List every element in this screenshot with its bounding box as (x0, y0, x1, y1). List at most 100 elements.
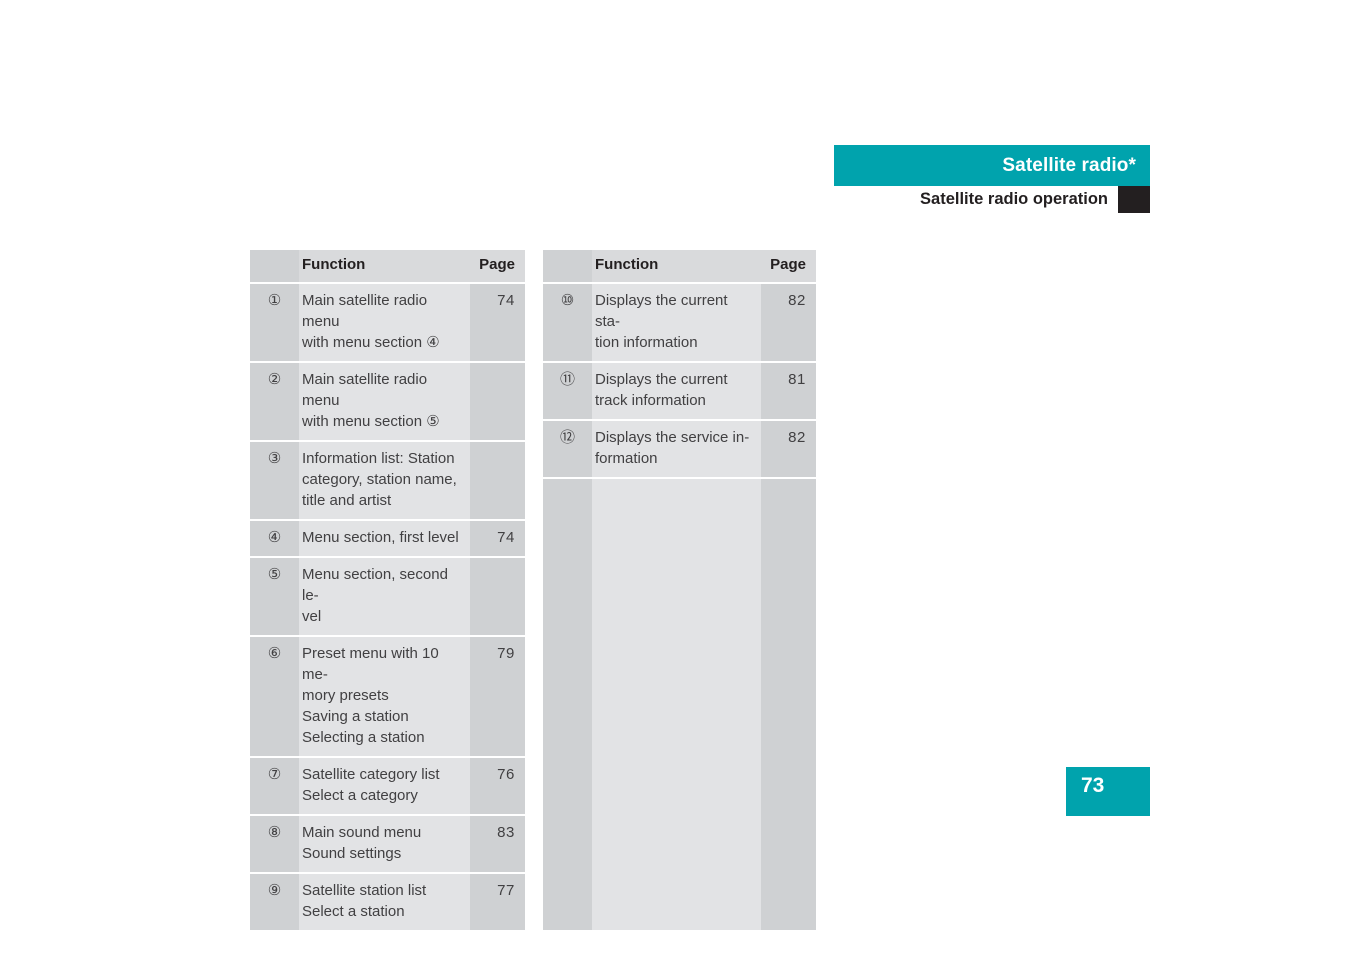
table-header-row: Function Page (250, 250, 525, 282)
function-page-table-right: Function Page ⑩ Displays the current sta- t… (543, 250, 816, 930)
header-page-label: Page (770, 256, 806, 273)
table-row: ⑫ Displays the service in- formation 82 (543, 421, 816, 477)
cell-number: ④ (250, 521, 299, 556)
table-row: ⑨ Satellite station list Select a station… (250, 874, 525, 930)
page-reference: 74 (497, 292, 515, 309)
cell-number: ⑧ (250, 816, 299, 872)
table-row: ⑪ Displays the current track information 8… (543, 363, 816, 419)
item-number-marker: ⑦ (267, 765, 282, 783)
cell-number: ② (250, 363, 299, 440)
item-number-marker: ④ (267, 528, 282, 546)
cell-page (470, 442, 525, 519)
function-description: Displays the service in- formation (595, 429, 750, 467)
function-page-table-left: Function Page ① Main satellite radio menu w… (250, 250, 525, 930)
cell-number: ⑨ (250, 874, 299, 930)
page-reference: 81 (788, 371, 806, 388)
cell-function: Displays the current sta- tion informati… (592, 284, 761, 361)
page-number-badge: 73 (1066, 767, 1150, 816)
cell-function: Displays the current track information (592, 363, 761, 419)
cell-page: 77 (470, 874, 525, 930)
function-description: Main satellite radio menu with menu sect… (302, 292, 440, 351)
page-title: Satellite radio* (1002, 155, 1136, 176)
table-row: ⑩ Displays the current sta- tion informat… (543, 284, 816, 361)
header-cell-function: Function (592, 250, 761, 282)
function-description: Displays the current sta- tion informati… (595, 292, 728, 351)
item-number-marker: ⑤ (267, 565, 282, 583)
cell-page: 74 (470, 284, 525, 361)
function-description: Main satellite radio menu with menu sect… (302, 371, 440, 430)
table-row: ④ Menu section, first level 74 (250, 521, 525, 556)
table-row: ① Main satellite radio menu with menu sec… (250, 284, 525, 361)
cell-function: Satellite category list Select a categor… (299, 758, 470, 814)
header-cell-function: Function (299, 250, 470, 282)
item-number-marker: ⑩ (560, 291, 575, 309)
table-filler-row (543, 479, 816, 930)
cell-function: Main sound menu Sound settings (299, 816, 470, 872)
table-row: ⑤ Menu section, second le- vel (250, 558, 525, 635)
table-row: ③ Information list: Station category, sta… (250, 442, 525, 519)
cell-page: 82 (761, 284, 816, 361)
cell-page (470, 363, 525, 440)
cell-number: ⑪ (543, 363, 592, 419)
cell-function: Satellite station list Select a station (299, 874, 470, 930)
function-description: Menu section, second le- vel (302, 566, 448, 625)
cell-function: Displays the service in- formation (592, 421, 761, 477)
cell-page: 82 (761, 421, 816, 477)
cell-number: ⑥ (250, 637, 299, 756)
item-number-marker: ⑪ (559, 370, 575, 388)
cell-number: ③ (250, 442, 299, 519)
item-number-marker: ② (267, 370, 282, 388)
cell-function (592, 479, 761, 930)
header-cell-page: Page (761, 250, 816, 282)
function-description: Menu section, first level (302, 529, 459, 546)
cell-function: Menu section, second le- vel (299, 558, 470, 635)
item-number-marker: ③ (267, 449, 282, 467)
header-cell-number (543, 250, 592, 282)
function-description: Main sound menu Sound settings (302, 824, 422, 862)
header-accent-bar: Satellite radio* (834, 145, 1150, 186)
table-header-row: Function Page (543, 250, 816, 282)
cell-number: ⑤ (250, 558, 299, 635)
page-header: Satellite radio* Satellite radio operati… (834, 145, 1150, 213)
header-function-label: Function (595, 256, 659, 273)
cell-function: Information list: Station category, stat… (299, 442, 470, 519)
table-row: ⑧ Main sound menu Sound settings 83 (250, 816, 525, 872)
page-reference: 83 (497, 824, 515, 841)
header-cell-number (250, 250, 299, 282)
function-description: Displays the current track information (595, 371, 728, 409)
cell-page: 83 (470, 816, 525, 872)
table-row: ② Main satellite radio menu with menu sec… (250, 363, 525, 440)
item-number-marker: ⑫ (559, 428, 575, 446)
cell-number: ⑫ (543, 421, 592, 477)
page-number: 73 (1081, 774, 1105, 797)
cell-page (470, 558, 525, 635)
cell-page (761, 479, 816, 930)
page-reference: 76 (497, 766, 515, 783)
table-row: ⑥ Preset menu with 10 me- mory presets Sa… (250, 637, 525, 756)
item-number-marker: ⑥ (267, 644, 282, 662)
cell-number (543, 479, 592, 930)
item-number-marker: ⑨ (267, 881, 282, 899)
page-reference: 79 (497, 645, 515, 662)
cell-page: 81 (761, 363, 816, 419)
function-description: Satellite category list Select a categor… (302, 766, 440, 804)
page-reference: 74 (497, 529, 515, 546)
cell-number: ⑩ (543, 284, 592, 361)
function-description: Satellite station list Select a station (302, 882, 427, 920)
page-reference: 77 (497, 882, 515, 899)
cell-function: Main satellite radio menu with menu sect… (299, 363, 470, 440)
page-subheader: Satellite radio operation (834, 186, 1150, 213)
edge-tab-marker (1118, 186, 1150, 213)
header-cell-page: Page (470, 250, 525, 282)
page-reference: 82 (788, 292, 806, 309)
item-number-marker: ① (267, 291, 282, 309)
function-description: Information list: Station category, stat… (302, 450, 457, 509)
header-page-label: Page (479, 256, 515, 273)
cell-page: 79 (470, 637, 525, 756)
cell-function: Preset menu with 10 me- mory presets Sav… (299, 637, 470, 756)
cell-page: 76 (470, 758, 525, 814)
cell-number: ⑦ (250, 758, 299, 814)
cell-number: ① (250, 284, 299, 361)
cell-page: 74 (470, 521, 525, 556)
function-description: Preset menu with 10 me- mory presets Sav… (302, 645, 439, 746)
